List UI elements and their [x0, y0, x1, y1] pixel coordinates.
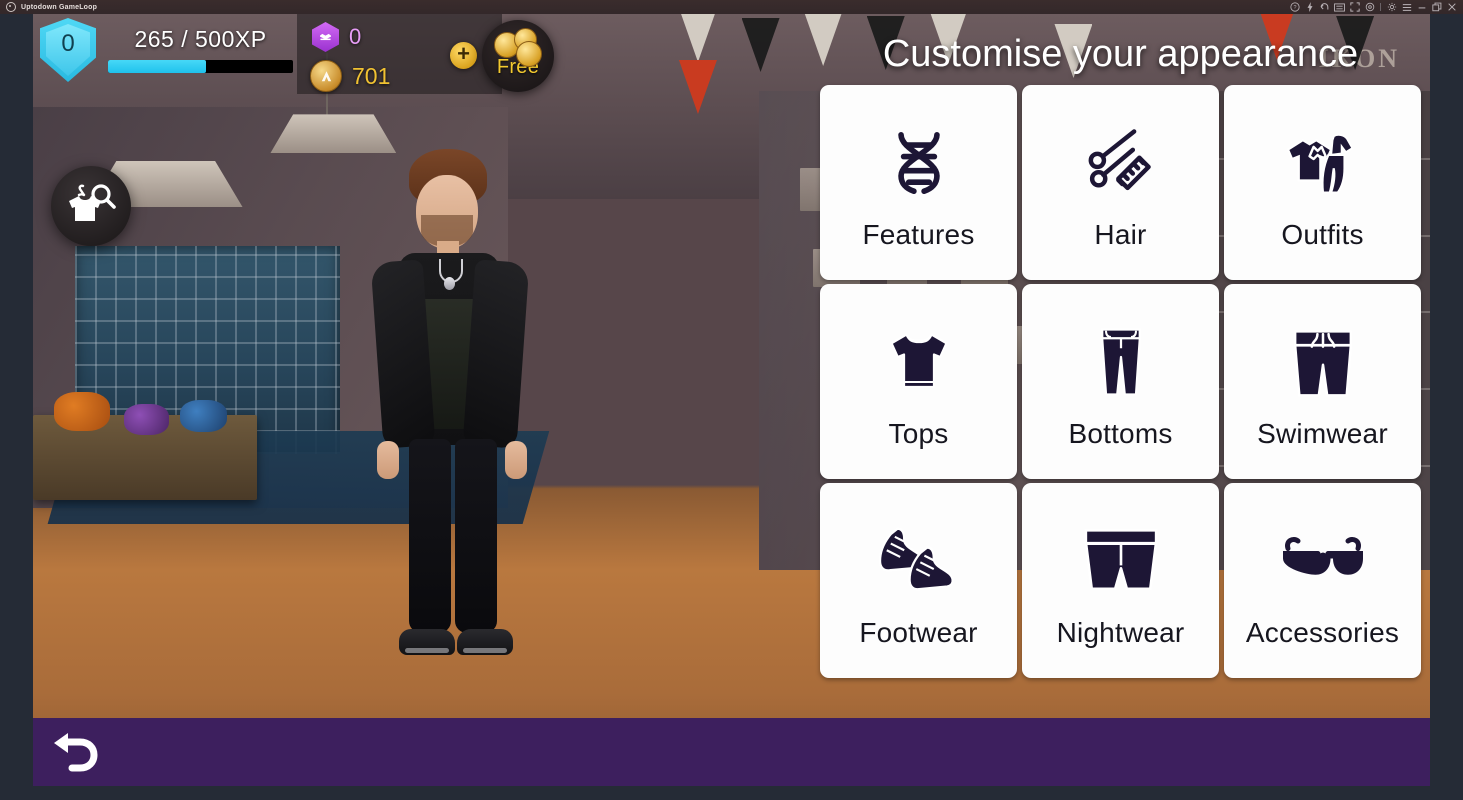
- category-label: Bottoms: [1068, 418, 1173, 450]
- halloween-prop: [123, 403, 169, 435]
- gem-icon: [312, 22, 339, 52]
- settings-icon[interactable]: [1362, 0, 1377, 14]
- close-icon[interactable]: [1444, 0, 1459, 14]
- restore-icon[interactable]: [1429, 0, 1444, 14]
- tshirt-icon: [879, 312, 959, 412]
- xp-progress: 265 / 500XP: [108, 18, 293, 73]
- level-value: 0: [61, 30, 75, 57]
- xp-bar-fill: [108, 60, 207, 73]
- category-card-nightwear[interactable]: Nightwear: [1022, 482, 1219, 678]
- category-card-accessories[interactable]: Accessories: [1224, 482, 1421, 678]
- halloween-prop: [179, 400, 228, 433]
- scissors-comb-icon: [1079, 113, 1163, 213]
- category-label: Outfits: [1281, 219, 1364, 251]
- xp-hud: 0 265 / 500XP: [40, 18, 293, 82]
- jeans-icon: [1083, 312, 1159, 412]
- bottom-bar: [33, 718, 1430, 786]
- category-card-footwear[interactable]: Footwear: [820, 482, 1017, 678]
- category-grid: Features Hair Outfits Tops Bottoms Swimw…: [819, 84, 1423, 678]
- dna-icon: [878, 113, 960, 213]
- gem-value: 0: [349, 24, 362, 49]
- minimize-icon[interactable]: [1414, 0, 1429, 14]
- coin-stack-icon: [492, 26, 544, 67]
- fullscreen-icon[interactable]: [1347, 0, 1362, 14]
- category-card-bottoms[interactable]: Bottoms: [1022, 283, 1219, 479]
- back-button[interactable]: [45, 730, 109, 776]
- category-label: Accessories: [1245, 617, 1400, 649]
- plus-label: +: [457, 41, 470, 66]
- xp-bar: [108, 60, 293, 73]
- window-title: Uptodown GameLoop: [21, 3, 98, 11]
- sunglasses-icon: [1278, 511, 1368, 611]
- back-arrow-icon: [54, 733, 98, 772]
- boxer-shorts-icon: [1080, 511, 1162, 611]
- gameloop-emulator-window: Uptodown GameLoop ? IKON Customise your …: [0, 0, 1463, 800]
- category-card-outfits[interactable]: Outfits: [1224, 84, 1421, 280]
- coin-currency[interactable]: 701: [310, 60, 390, 92]
- outfit-search-button[interactable]: [51, 166, 131, 246]
- coin-icon: [310, 60, 342, 92]
- toolbar-divider: [1380, 3, 1381, 11]
- coin-value: 701: [352, 62, 391, 89]
- gameloop-logo-icon: [6, 2, 16, 12]
- category-label: Features: [862, 219, 975, 251]
- halloween-prop: [53, 392, 110, 431]
- category-label: Swimwear: [1257, 418, 1388, 450]
- window-toolbar: ?: [1287, 0, 1459, 14]
- category-label: Nightwear: [1056, 617, 1185, 649]
- help-icon[interactable]: ?: [1287, 0, 1302, 14]
- free-coins-button[interactable]: Free: [482, 20, 554, 92]
- add-currency-button[interactable]: +: [450, 42, 477, 69]
- category-label: Hair: [1094, 219, 1147, 251]
- swim-shorts-icon: [1282, 312, 1364, 412]
- customise-panel: Customise your appearance Features Hair …: [811, 14, 1430, 732]
- svg-text:?: ?: [1293, 5, 1296, 11]
- category-card-features[interactable]: Features: [820, 84, 1017, 280]
- window-titlebar: Uptodown GameLoop ?: [0, 0, 1463, 14]
- flash-icon[interactable]: [1302, 0, 1317, 14]
- sneakers-icon: [876, 511, 962, 611]
- menu-icon[interactable]: [1399, 0, 1414, 14]
- gem-currency[interactable]: 0: [312, 22, 361, 52]
- keyboard-mapping-icon[interactable]: [1332, 0, 1347, 14]
- player-avatar[interactable]: [363, 149, 548, 694]
- category-card-swimwear[interactable]: Swimwear: [1224, 283, 1421, 479]
- category-card-tops[interactable]: Tops: [820, 283, 1017, 479]
- outfit-set-icon: [1280, 113, 1366, 213]
- category-label: Footwear: [859, 617, 978, 649]
- level-shield: 0: [40, 18, 96, 82]
- tshirt-search-icon: [69, 184, 116, 221]
- back-arrow-icon[interactable]: [1317, 0, 1332, 14]
- xp-text: 265 / 500XP: [134, 26, 267, 52]
- titlebar-left: Uptodown GameLoop: [0, 2, 97, 12]
- category-card-hair[interactable]: Hair: [1022, 84, 1219, 280]
- pin-icon[interactable]: [1384, 0, 1399, 14]
- game-viewport[interactable]: IKON IKON: [33, 14, 1430, 786]
- page-title: Customise your appearance: [882, 33, 1359, 75]
- category-label: Tops: [888, 418, 949, 450]
